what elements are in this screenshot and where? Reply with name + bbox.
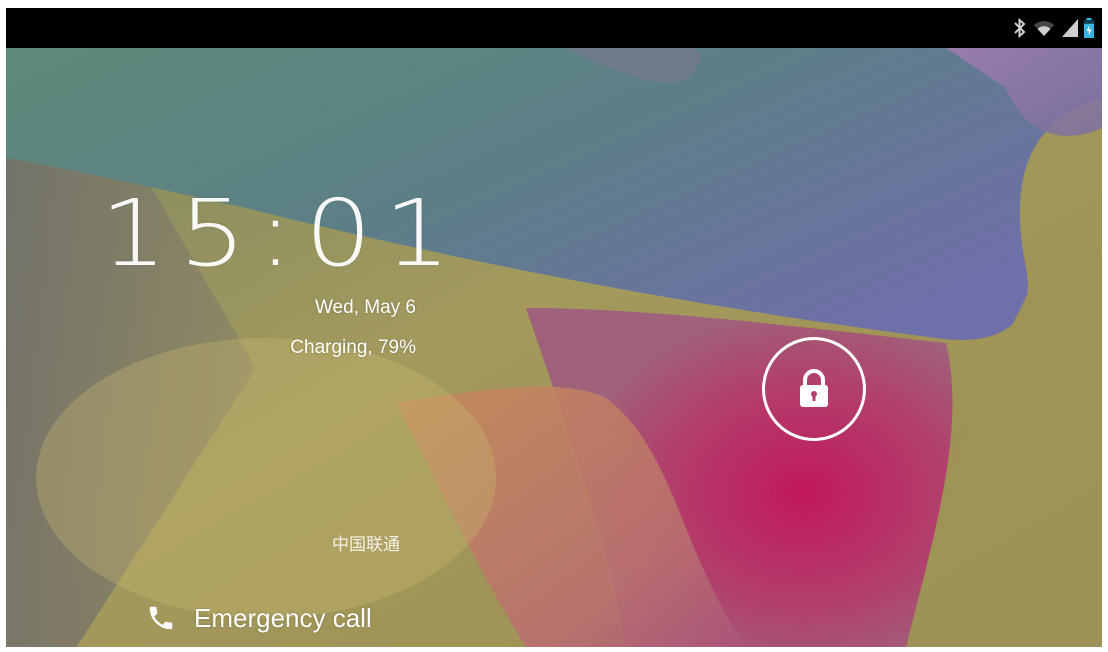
lockscreen-clock: 15:01 bbox=[100, 184, 451, 284]
phone-icon bbox=[149, 606, 173, 630]
lock-icon bbox=[800, 369, 828, 407]
unlock-handle[interactable] bbox=[762, 337, 866, 441]
battery-charging-icon bbox=[1084, 18, 1094, 38]
signal-icon bbox=[1062, 19, 1078, 37]
wifi-icon bbox=[1032, 19, 1056, 37]
bluetooth-icon bbox=[1014, 18, 1026, 38]
wallpaper bbox=[6, 8, 1102, 647]
clock-time: 15:01 bbox=[100, 180, 463, 287]
status-bar bbox=[6, 8, 1102, 48]
charging-status: Charging, 79% bbox=[290, 337, 416, 358]
lockscreen: 15:01 Wed, May 6 Charging, 79% 中国联通 Emer… bbox=[6, 8, 1102, 647]
emergency-call-label: Emergency call bbox=[194, 603, 372, 633]
carrier-label: 中国联通 bbox=[332, 535, 400, 555]
status-icons bbox=[1014, 16, 1094, 40]
emergency-call-button[interactable]: Emergency call bbox=[146, 598, 372, 638]
lockscreen-date: Wed, May 6 bbox=[314, 297, 416, 318]
